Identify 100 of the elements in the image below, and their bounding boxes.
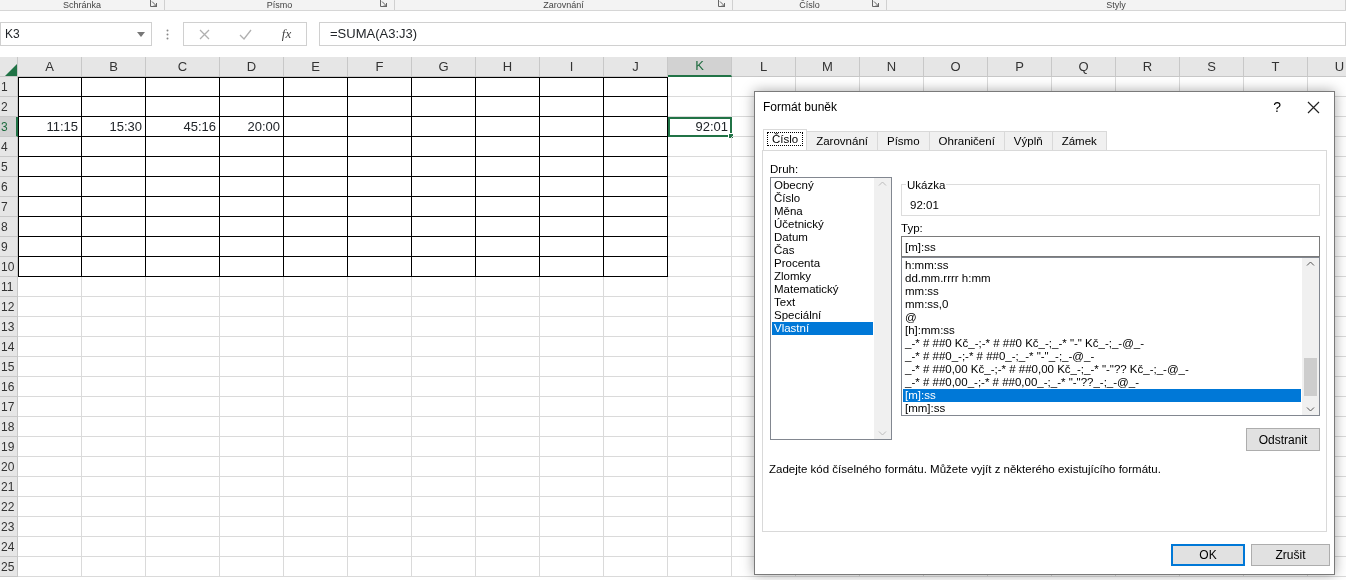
row-header[interactable]: 11 [0, 277, 18, 297]
column-header[interactable]: S [1180, 57, 1244, 77]
column-header[interactable]: A [18, 57, 82, 77]
type-field[interactable]: [m]:ss [901, 236, 1320, 257]
list-item[interactable]: h:mm:ss [903, 259, 1301, 272]
list-item[interactable]: _-* # ##0_-;-* # ##0_-;_-* "-"_-;_-@_- [903, 350, 1301, 363]
row-header[interactable]: 13 [0, 317, 18, 337]
column-header[interactable]: H [476, 57, 540, 77]
list-item[interactable]: Zlomky [772, 270, 873, 283]
column-header[interactable]: U [1308, 57, 1346, 77]
row-header[interactable]: 3 [0, 117, 18, 137]
list-item[interactable]: dd.mm.rrrr h:mm [903, 272, 1301, 285]
row-header[interactable]: 5 [0, 157, 18, 177]
row-header[interactable]: 20 [0, 457, 18, 477]
cancel-button[interactable]: Zrušit [1251, 544, 1330, 566]
tab[interactable]: Zarovnání [806, 131, 878, 150]
list-item[interactable]: _-* # ##0 Kč_-;-* # ##0 Kč_-;_-* "-" Kč_-;_-@_- [903, 337, 1301, 350]
column-header[interactable]: E [284, 57, 348, 77]
tab[interactable]: Výplň [1003, 131, 1053, 150]
list-item[interactable]: [m]:ss [903, 389, 1301, 402]
cancel-icon[interactable] [198, 28, 210, 40]
list-item[interactable]: Čas [772, 244, 873, 257]
fill-handle[interactable] [728, 133, 734, 139]
list-item[interactable]: Speciální [772, 309, 873, 322]
tab[interactable]: Číslo [763, 129, 808, 150]
scroll-down-icon[interactable] [878, 431, 887, 436]
dialog-launcher-icon[interactable] [718, 0, 726, 7]
tab[interactable]: Ohraničení [928, 131, 1005, 150]
row-header[interactable]: 18 [0, 417, 18, 437]
scrollbar-thumb[interactable] [1304, 358, 1317, 396]
scroll-down-icon[interactable] [1306, 407, 1315, 412]
list-item[interactable]: Účetnický [772, 218, 873, 231]
list-item[interactable]: Vlastní [772, 322, 873, 335]
list-item[interactable]: Číslo [772, 192, 873, 205]
column-header[interactable]: I [540, 57, 604, 77]
column-header[interactable]: K [668, 57, 732, 77]
row-header[interactable]: 6 [0, 177, 18, 197]
row-header[interactable]: 23 [0, 517, 18, 537]
close-icon[interactable] [1307, 100, 1320, 114]
dialog-launcher-icon[interactable] [872, 0, 880, 7]
list-item[interactable]: mm:ss,0 [903, 298, 1301, 311]
tab[interactable]: Písmo [877, 131, 930, 150]
row-header[interactable]: 21 [0, 477, 18, 497]
row-header[interactable]: 17 [0, 397, 18, 417]
column-header[interactable]: C [146, 57, 220, 77]
scroll-up-icon[interactable] [878, 181, 887, 186]
name-box[interactable]: K3 [0, 22, 152, 46]
column-header[interactable]: O [924, 57, 988, 77]
list-item[interactable]: [h]:mm:ss [903, 324, 1301, 337]
row-header[interactable]: 24 [0, 537, 18, 557]
list-item[interactable]: _-* # ##0,00_-;-* # ##0,00_-;_-* "-"??_-;_-@_- [903, 376, 1301, 389]
list-item[interactable]: Matematický [772, 283, 873, 296]
scrollbar[interactable] [874, 178, 891, 439]
formula-field[interactable]: =SUMA(A3:J3) [319, 22, 1346, 46]
row-header[interactable]: 15 [0, 357, 18, 377]
row-header[interactable]: 1 [0, 77, 18, 97]
row-header[interactable]: 12 [0, 297, 18, 317]
check-icon[interactable] [239, 28, 253, 40]
list-item[interactable]: _-* # ##0,00 Kč_-;-* # ##0,00 Kč_-;_-* "-"?? Kč_-;_-@_- [903, 363, 1301, 376]
list-item[interactable]: [mm]:ss [903, 402, 1301, 415]
insert-function-button[interactable]: fx [281, 24, 292, 44]
row-header[interactable]: 22 [0, 497, 18, 517]
row-header[interactable]: 4 [0, 137, 18, 157]
list-item[interactable]: Měna [772, 205, 873, 218]
row-header[interactable]: 25 [0, 557, 18, 577]
row-header[interactable]: 8 [0, 217, 18, 237]
column-header[interactable]: P [988, 57, 1052, 77]
format-list[interactable] [901, 257, 1320, 416]
column-header[interactable]: F [348, 57, 412, 77]
row-header[interactable]: 19 [0, 437, 18, 457]
row-header[interactable]: 10 [0, 257, 18, 277]
select-all-button[interactable] [0, 57, 18, 77]
row-header[interactable]: 2 [0, 97, 18, 117]
row-header[interactable]: 7 [0, 197, 18, 217]
row-header[interactable]: 14 [0, 337, 18, 357]
column-header[interactable]: D [220, 57, 284, 77]
column-header[interactable]: L [732, 57, 796, 77]
delete-button[interactable]: Odstranit [1246, 428, 1320, 451]
selected-cell[interactable]: 92:01 [668, 117, 732, 137]
scroll-up-icon[interactable] [1306, 261, 1315, 266]
column-header[interactable]: N [860, 57, 924, 77]
category-list[interactable]: Obecný Číslo Měna Účetnický Datum Čas Procenta Zlomky Matematický Text Speciální Vlastní [770, 177, 892, 440]
scrollbar[interactable] [1302, 258, 1319, 415]
list-item[interactable]: Procenta [772, 257, 873, 270]
row-header[interactable]: 9 [0, 237, 18, 257]
tab[interactable]: Zámek [1051, 131, 1107, 150]
column-header[interactable]: M [796, 57, 860, 77]
list-item[interactable]: Obecný [772, 179, 873, 192]
column-header[interactable]: T [1244, 57, 1308, 77]
column-header[interactable]: G [412, 57, 476, 77]
list-item[interactable]: Datum [772, 231, 873, 244]
column-header[interactable]: B [82, 57, 146, 77]
dialog-launcher-icon[interactable] [150, 0, 158, 7]
help-button[interactable]: ? [1273, 96, 1281, 118]
row-header[interactable]: 16 [0, 377, 18, 397]
column-header[interactable]: Q [1052, 57, 1116, 77]
list-item[interactable]: Text [772, 296, 873, 309]
list-item[interactable]: @ [903, 311, 1301, 324]
column-header[interactable]: R [1116, 57, 1180, 77]
column-header[interactable]: J [604, 57, 668, 77]
